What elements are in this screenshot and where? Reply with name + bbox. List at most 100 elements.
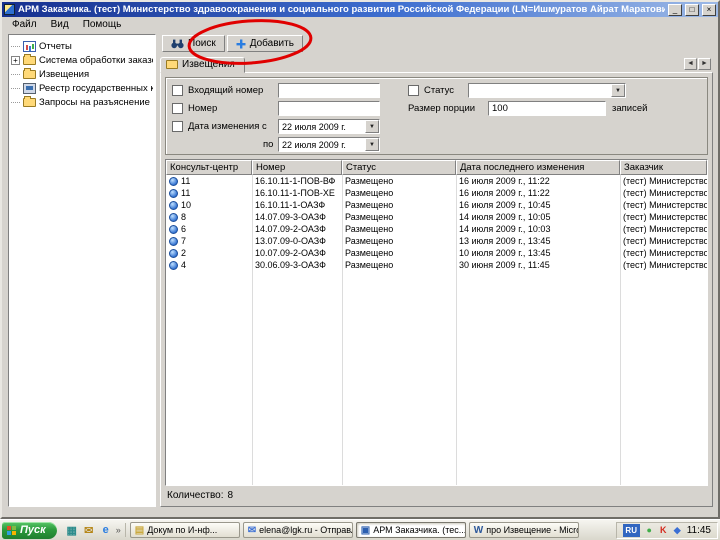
date-from-picker[interactable]: 22 июля 2009 г. ▼ xyxy=(278,119,380,134)
table-cell: 16 июля 2009 г., 10:45 xyxy=(459,200,551,210)
status-checkbox[interactable] xyxy=(408,85,419,96)
menu-bar: Файл Вид Помощь xyxy=(2,17,718,31)
table-cell: (тест) Министерство здраво xyxy=(623,248,707,258)
status-combobox[interactable]: ▼ xyxy=(468,83,626,98)
table-row[interactable]: 6 14.07.09-2-ОАЗФ Размещено 14 июля 2009 г.… xyxy=(166,223,707,235)
tab-next-icon[interactable]: ► xyxy=(698,58,711,70)
column-divider xyxy=(456,175,457,485)
incoming-number-label: Входящий номер xyxy=(188,85,264,96)
menu-file[interactable]: Файл xyxy=(5,19,44,30)
search-button-label: Поиск xyxy=(188,38,216,49)
table-cell: 14.07.09-2-ОАЗФ xyxy=(255,224,326,234)
table-row[interactable]: 8 14.07.09-3-ОАЗФ Размещено 14 июля 2009 г.… xyxy=(166,211,707,223)
date-from-value: 22 июля 2009 г. xyxy=(282,121,346,132)
taskbar-task-word[interactable]: Wпро Извещение - Micros... xyxy=(468,522,579,538)
folder-icon xyxy=(23,54,36,65)
maximize-button[interactable]: □ xyxy=(685,3,699,16)
browser-icon[interactable]: e xyxy=(99,523,113,537)
table-cell: 6 xyxy=(166,223,252,235)
column-header[interactable]: Консульт-центр xyxy=(166,160,252,175)
chevron-icon[interactable]: » xyxy=(116,525,121,535)
table-cell: 10.07.09-2-ОАЗФ xyxy=(255,248,326,258)
notice-icon xyxy=(169,236,178,246)
add-button-label: Добавить xyxy=(249,38,294,49)
column-header[interactable]: Номер xyxy=(252,160,342,175)
status-icon[interactable]: ● xyxy=(644,525,655,536)
tab-strip: Извещения ◄ ► xyxy=(160,55,713,73)
tree-item-requests[interactable]: Запросы на разъяснение xyxy=(11,95,153,109)
table-cell: 16 июля 2009 г., 11:22 xyxy=(459,188,550,198)
menu-view[interactable]: Вид xyxy=(44,19,76,30)
table-cell: 4 xyxy=(166,259,252,271)
tab-prev-icon[interactable]: ◄ xyxy=(684,58,697,70)
table-cell: 2 xyxy=(166,247,252,259)
word-icon: W xyxy=(473,524,484,536)
taskbar-task-docs[interactable]: ▤ Докум по И-нф... xyxy=(129,522,240,538)
language-indicator[interactable]: RU xyxy=(622,523,640,537)
close-button[interactable]: × xyxy=(702,3,716,16)
toolbar: Поиск Добавить xyxy=(160,34,713,55)
column-divider xyxy=(252,175,253,485)
table-cell: Размещено xyxy=(345,176,394,186)
dropdown-arrow-icon[interactable]: ▼ xyxy=(365,138,379,151)
date-changed-checkbox[interactable] xyxy=(172,121,183,132)
tree-item-orders[interactable]: + Система обработки заказов xyxy=(11,53,153,67)
table-header: Консульт-центр Номер Статус Дата последнего… xyxy=(166,160,707,175)
tree-panel: Отчеты + Система обработки заказов Извещени… xyxy=(8,34,156,507)
desktop-icon[interactable]: ▦ xyxy=(65,523,79,537)
main-panel: Поиск Добавить Извещения ◄ ► Входящий но… xyxy=(160,34,713,507)
mail-icon[interactable]: ✉ xyxy=(82,523,96,537)
taskbar-task-arm[interactable]: ▣ АРМ Заказчика. (тес... xyxy=(355,522,466,538)
table-cell: 30.06.09-3-ОАЗФ xyxy=(255,260,326,270)
taskbar-clock[interactable]: 11:45 xyxy=(687,525,711,536)
portion-suffix-label: записей xyxy=(612,103,648,114)
table-body: 11 16.10.11-1-ПОВ-ВФ Размещено 16 июля 2009… xyxy=(166,175,707,271)
menu-help[interactable]: Помощь xyxy=(76,19,129,30)
incoming-number-input[interactable] xyxy=(278,83,380,98)
tree-item-label: Извещения xyxy=(39,68,90,80)
dropdown-arrow-icon[interactable]: ▼ xyxy=(365,120,379,133)
tree-item-reports[interactable]: Отчеты xyxy=(11,39,153,53)
table-cell: Размещено xyxy=(345,248,394,258)
column-header[interactable]: Статус xyxy=(342,160,456,175)
count-value: 8 xyxy=(227,490,234,501)
start-button[interactable]: Пуск xyxy=(2,521,57,539)
date-changed-label: Дата изменения с xyxy=(188,121,267,132)
count-row: Количество: 8 xyxy=(165,486,708,502)
report-icon xyxy=(23,40,36,52)
minimize-button[interactable]: _ xyxy=(668,3,682,16)
table-row[interactable]: 11 16.10.11-1-ПОВ-ВФ Размещено 16 июля 2009… xyxy=(166,175,707,187)
table-row[interactable]: 11 16.10.11-1-ПОВ-ХЕ Размещено 16 июля 2009… xyxy=(166,187,707,199)
incoming-number-checkbox[interactable] xyxy=(172,85,183,96)
column-header[interactable]: Заказчик xyxy=(620,160,707,175)
add-button[interactable]: Добавить xyxy=(226,35,303,52)
table-cell: 14 июля 2009 г., 10:03 xyxy=(459,224,551,234)
tree-item-registry[interactable]: Реестр государственных контрактов xyxy=(11,81,153,95)
date-to-picker[interactable]: 22 июля 2009 г. ▼ xyxy=(278,137,380,152)
table-cell: 13 июля 2009 г., 13:45 xyxy=(459,236,551,246)
tab-notices[interactable]: Извещения xyxy=(160,57,245,73)
antivirus-icon[interactable]: K xyxy=(658,525,669,536)
table-row[interactable]: 2 10.07.09-2-ОАЗФ Размещено 10 июля 2009 г.… xyxy=(166,247,707,259)
notice-icon xyxy=(169,248,178,258)
search-button[interactable]: Поиск xyxy=(162,35,225,52)
tree-connector xyxy=(11,101,20,103)
number-label: Номер xyxy=(188,103,218,114)
portion-input[interactable] xyxy=(488,101,606,116)
taskbar-task-mail[interactable]: ✉elena@lgk.ru - Отправлен... xyxy=(242,522,353,538)
expand-icon[interactable]: + xyxy=(11,55,20,65)
column-header[interactable]: Дата последнего изменения xyxy=(456,160,620,175)
table-row[interactable]: 4 30.06.09-3-ОАЗФ Размещено 30 июня 2009 г.… xyxy=(166,259,707,271)
tree-item-notices[interactable]: Извещения xyxy=(11,67,153,81)
dropdown-arrow-icon[interactable]: ▼ xyxy=(611,84,625,97)
table-row[interactable]: 10 16.10.11-1-ОАЗФ Размещено 16 июля 2009 г… xyxy=(166,199,707,211)
number-input[interactable] xyxy=(278,101,380,116)
number-checkbox[interactable] xyxy=(172,103,183,114)
network-icon[interactable]: ◆ xyxy=(672,525,683,536)
notice-icon xyxy=(169,224,178,234)
tree-connector xyxy=(11,45,20,47)
notices-tab-page: Входящий номер Номер Дата изменения с 22… xyxy=(160,72,713,507)
title-bar[interactable]: АРМ Заказчика. (тест) Министерство здрав… xyxy=(2,2,718,17)
table-cell: (тест) Министерство здраво xyxy=(623,188,707,198)
table-row[interactable]: 7 13.07.09-0-ОАЗФ Размещено 13 июля 2009 г.… xyxy=(166,235,707,247)
